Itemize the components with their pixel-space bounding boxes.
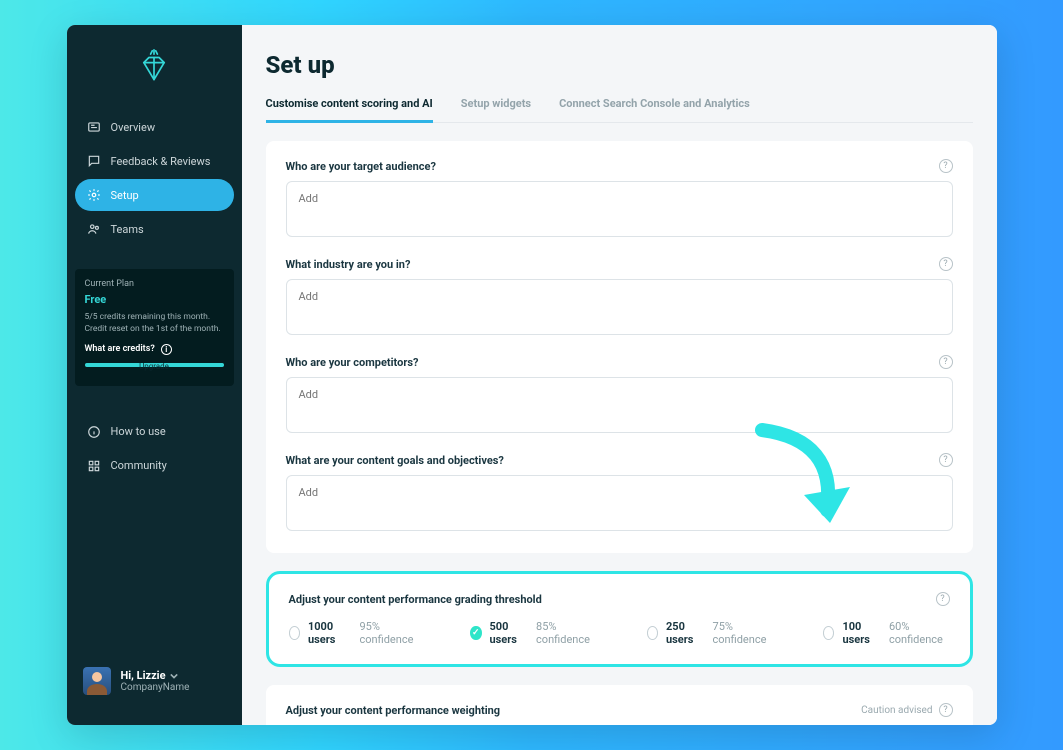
help-icon[interactable]: ?	[936, 592, 950, 606]
weighting-title: Adjust your content performance weightin…	[286, 704, 501, 717]
sidebar-item-label: Feedback & Reviews	[111, 155, 211, 168]
threshold-title: Adjust your content performance grading …	[289, 593, 542, 606]
sidebar-item-teams[interactable]: Teams	[75, 213, 234, 245]
threshold-card: Adjust your content performance grading …	[266, 571, 973, 667]
radio-icon	[289, 626, 300, 640]
plan-name: Free	[85, 293, 224, 306]
help-icon[interactable]: ?	[939, 159, 953, 173]
avatar	[83, 667, 111, 695]
main-content: Set up Customise content scoring and AI …	[242, 25, 997, 725]
help-icon[interactable]: ?	[939, 453, 953, 467]
sidebar-item-setup[interactable]: Setup	[75, 179, 234, 211]
industry-input[interactable]	[286, 279, 953, 335]
company-name: CompanyName	[121, 682, 190, 693]
logo	[67, 43, 242, 111]
field-label: What industry are you in?	[286, 258, 411, 271]
sidebar-item-howto[interactable]: How to use	[75, 416, 234, 448]
caution-label: Caution advised ?	[861, 703, 952, 717]
sidebar-item-label: Teams	[111, 223, 144, 236]
credits-text: 5/5 credits remaining this month. Credit…	[85, 312, 224, 336]
feedback-icon	[87, 154, 101, 168]
sidebar-item-label: Setup	[111, 189, 139, 202]
radio-checked-icon	[470, 626, 481, 640]
field-label: Who are your competitors?	[286, 356, 419, 369]
info-icon	[87, 425, 101, 439]
help-icon[interactable]: ?	[939, 355, 953, 369]
tabbar: Customise content scoring and AI Setup w…	[266, 97, 973, 123]
help-icon[interactable]: ?	[939, 703, 953, 717]
sidebar-item-label: How to use	[111, 425, 166, 438]
info-icon: i	[161, 344, 172, 355]
sidebar-item-label: Community	[111, 459, 167, 472]
sidebar-item-community[interactable]: Community	[75, 450, 234, 482]
audience-input[interactable]	[286, 181, 953, 237]
community-icon	[87, 459, 101, 473]
goals-input[interactable]	[286, 475, 953, 531]
sidebar: Overview Feedback & Reviews Setup Teams …	[67, 25, 242, 725]
page-title: Set up	[266, 51, 973, 79]
questions-card: Who are your target audience? ? What ind…	[266, 141, 973, 553]
tab-customise[interactable]: Customise content scoring and AI	[266, 97, 433, 122]
overview-icon	[87, 120, 101, 134]
user-menu[interactable]: Hi, Lizzie CompanyName	[67, 655, 242, 707]
sidebar-item-feedback[interactable]: Feedback & Reviews	[75, 145, 234, 177]
threshold-option-250[interactable]: 250 users 75% confidence	[647, 620, 773, 646]
sidebar-item-overview[interactable]: Overview	[75, 111, 234, 143]
what-are-credits-link[interactable]: What are credits? i	[85, 344, 224, 355]
field-label: Who are your target audience?	[286, 160, 436, 173]
plan-card: Current Plan Free 5/5 credits remaining …	[75, 269, 234, 386]
competitors-input[interactable]	[286, 377, 953, 433]
field-label: What are your content goals and objectiv…	[286, 454, 504, 467]
radio-icon	[647, 626, 658, 640]
user-greeting: Hi, Lizzie	[121, 669, 166, 682]
plan-title: Current Plan	[85, 279, 224, 289]
teams-icon	[87, 222, 101, 236]
weighting-card: Adjust your content performance weightin…	[266, 685, 973, 725]
sidebar-item-label: Overview	[111, 121, 156, 134]
tab-widgets[interactable]: Setup widgets	[461, 97, 531, 122]
threshold-option-500[interactable]: 500 users 85% confidence	[470, 620, 596, 646]
tab-connect[interactable]: Connect Search Console and Analytics	[559, 97, 750, 122]
chevron-down-icon	[170, 672, 178, 680]
diamond-logo-icon	[137, 49, 171, 83]
setup-icon	[87, 188, 101, 202]
upgrade-button[interactable]: Upgrade	[85, 362, 224, 371]
help-icon[interactable]: ?	[939, 257, 953, 271]
threshold-option-100[interactable]: 100 users 60% confidence	[823, 620, 949, 646]
radio-icon	[823, 626, 834, 640]
threshold-option-1000[interactable]: 1000 users 95% confidence	[289, 620, 421, 646]
